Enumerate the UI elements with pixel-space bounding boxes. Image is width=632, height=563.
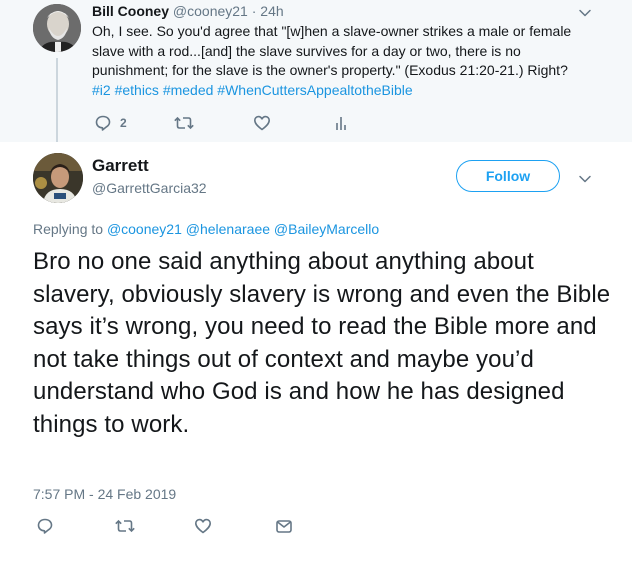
tweet-text-line: punishment; for the slave is the owner's… xyxy=(92,62,568,78)
retweet-button[interactable] xyxy=(174,114,194,132)
chevron-down-icon[interactable] xyxy=(578,6,592,20)
reply-count: 2 xyxy=(120,116,127,130)
author-handle[interactable]: @GarrettGarcia32 xyxy=(92,180,207,196)
parent-tweet[interactable]: Bill Cooney @cooney21 · 24h Oh, I see. S… xyxy=(0,0,632,142)
author-name[interactable]: Garrett xyxy=(92,156,149,176)
reply-icon xyxy=(37,518,53,534)
retweet-button[interactable] xyxy=(115,517,135,535)
separator: · xyxy=(247,3,261,19)
like-icon xyxy=(254,115,270,131)
message-icon xyxy=(276,520,292,533)
hashtags[interactable]: #i2 #ethics #meded #WhenCuttersAppealtot… xyxy=(92,81,612,101)
retweet-icon xyxy=(115,519,135,533)
tweet-actions: 2 xyxy=(92,114,392,134)
avatar[interactable] xyxy=(33,153,83,203)
reply-mentions[interactable]: @cooney21 @helenaraee @BaileyMarcello xyxy=(107,221,379,237)
reply-icon xyxy=(95,115,111,131)
follow-button[interactable]: Follow xyxy=(456,160,560,192)
replying-to: Replying to @cooney21 @helenaraee @Baile… xyxy=(33,221,379,237)
avatar[interactable] xyxy=(33,4,81,52)
tweet-text: Oh, I see. So you'd agree that "[w]hen a… xyxy=(92,22,612,100)
reply-button[interactable]: 2 xyxy=(94,114,127,132)
tweet-text-line: Oh, I see. So you'd agree that "[w]hen a… xyxy=(92,23,572,39)
chevron-down-icon[interactable] xyxy=(578,172,592,186)
tweet-text: Bro no one said anything about anything … xyxy=(33,248,611,438)
like-button[interactable] xyxy=(194,517,212,535)
author-handle[interactable]: @cooney21 xyxy=(173,3,248,19)
thread-line xyxy=(56,58,58,142)
message-button[interactable] xyxy=(275,517,293,535)
tweet-actions xyxy=(33,517,333,539)
tweet-text-line: slave with a rod...[and] the slave survi… xyxy=(92,42,521,59)
tweet-timestamp[interactable]: 7:57 PM - 24 Feb 2019 xyxy=(33,486,176,502)
reply-button[interactable] xyxy=(36,517,54,535)
analytics-button[interactable] xyxy=(334,114,348,132)
tweet-header: Bill Cooney @cooney21 · 24h xyxy=(92,3,284,19)
replying-prefix: Replying to xyxy=(33,221,107,237)
retweet-icon xyxy=(174,116,194,130)
like-button[interactable] xyxy=(253,114,271,132)
author-name[interactable]: Bill Cooney xyxy=(92,3,169,19)
analytics-icon xyxy=(336,117,346,130)
tweet-time[interactable]: 24h xyxy=(260,3,283,19)
like-icon xyxy=(195,518,211,534)
